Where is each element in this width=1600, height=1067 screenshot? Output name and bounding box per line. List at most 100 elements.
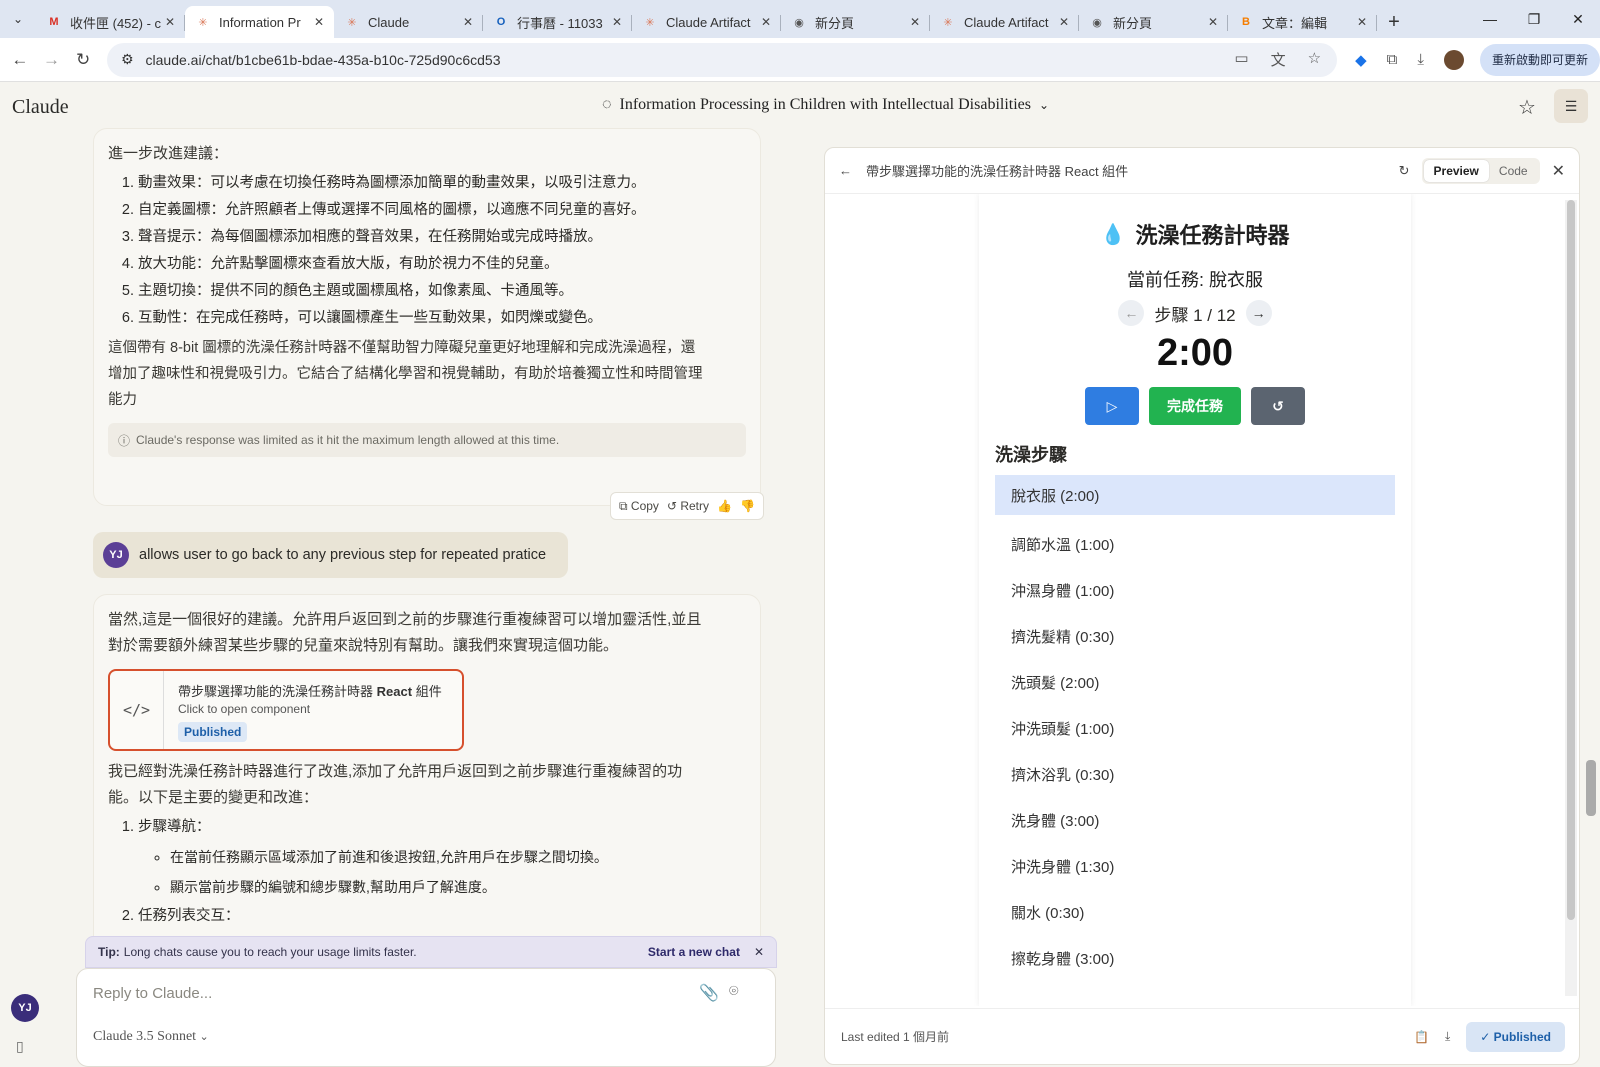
scrollbar-thumb[interactable] [1567,200,1575,920]
browser-tab[interactable]: M 收件匣 (452) - c ✕ [36,6,185,38]
extension-icon[interactable]: ◆ [1355,51,1367,69]
close-window-icon[interactable]: ✕ [1556,0,1600,38]
preview-scrollbar[interactable] [1565,200,1577,996]
tab-close-icon[interactable]: ✕ [910,15,920,29]
reset-button[interactable]: ↺ [1251,387,1305,425]
copy-icon: ⧉ [619,498,628,513]
steps-list: 脫衣服 (2:00) 調節水溫 (1:00) 沖濕身體 (1:00) 擠洗髮精 (0:… [995,475,1395,981]
browser-tab[interactable]: ✳ Claude ✕ [334,6,483,38]
claude-icon: ✳ [198,16,208,29]
url-bar[interactable]: ⚙ claude.ai/chat/b1cbe61b-bdae-435a-b10c… [106,42,1338,77]
profile-avatar[interactable] [1443,49,1464,70]
claude-logo[interactable]: Claude [12,96,69,119]
install-app-icon[interactable]: ▭ [1234,49,1248,70]
prev-step-button[interactable]: ← [1118,300,1145,326]
tab-close-icon[interactable]: ✕ [1357,15,1367,29]
minimize-icon[interactable]: — [1468,0,1512,38]
download-icon[interactable]: ⤓ [1417,51,1424,68]
blogger-icon: B [1242,16,1250,28]
step-item[interactable]: 洗頭髮 (2:00) [995,659,1395,705]
thumbs-up-icon[interactable]: 👍 [717,499,732,513]
restore-icon[interactable]: ❐ [1512,0,1556,38]
browser-tab[interactable]: B 文章：編輯 ✕ [1228,6,1377,38]
tab-close-icon[interactable]: ✕ [165,15,175,29]
new-tab-button[interactable]: + [1377,6,1411,38]
reload-icon[interactable]: ↻ [67,50,99,70]
tab-close-icon[interactable]: ✕ [1208,15,1218,29]
artifact-card[interactable]: </> 帶步驟選擇功能的洗澡任務計時器 React 組件 Click to op… [108,669,464,751]
limit-notice: ⓘ Claude's response was limited as it hi… [108,423,746,457]
step-item[interactable]: 洗身體 (3:00) [995,797,1395,843]
download-icon[interactable]: ⤓ [1445,1029,1450,1044]
refresh-icon[interactable]: ↻ [1399,163,1410,179]
relaunch-update-button[interactable]: 重新啟動即可更新 [1479,43,1600,76]
tab-close-icon[interactable]: ✕ [1059,15,1069,29]
changes-intro: 我已經對洗澡任務計時器進行了改進,添加了允許用戶返回到之前步驟進行重複練習的功能… [108,763,683,806]
copy-button[interactable]: ⧉ Copy [619,499,659,514]
step-item[interactable]: 沖濕身體 (1:00) [995,567,1395,613]
step-item[interactable]: 擠沐浴乳 (0:30) [995,751,1395,797]
arrow-right-icon: → [1251,305,1266,321]
artifact-preview: 💧 洗澡任務計時器 當前任務: 脫衣服 ← 步驟 1 / 12 → 2:00 ▷… [825,194,1565,1006]
step-item[interactable]: 沖洗頭髮 (1:00) [995,705,1395,751]
tab-search-chevron-icon[interactable]: ⌄ [0,0,36,38]
tab-title: 新分頁 [815,15,855,31]
summary-text: 這個帶有 8-bit 圖標的洗澡任務計時器不僅幫助智力障礙兒童更好地理解和完成洗… [108,340,703,408]
chat-title-button[interactable]: ◌ Information Processing in Children wit… [602,96,1049,114]
tab-title: Information Pr [219,14,301,30]
star-icon[interactable]: ☆ [1518,95,1536,120]
page-scrollbar-thumb[interactable] [1586,760,1596,816]
forward-icon[interactable]: → [36,50,68,70]
retry-button[interactable]: ↺ Retry [667,499,709,513]
complete-task-button[interactable]: 完成任務 [1149,387,1241,425]
browser-tab[interactable]: ◉ 新分頁 ✕ [1079,6,1228,38]
paperclip-icon[interactable]: 📎 [699,983,719,1003]
back-icon[interactable]: ← [4,50,36,70]
browser-tab[interactable]: ✳ Claude Artifact ✕ [632,6,781,38]
browser-tab[interactable]: O 行事曆 - 11033 ✕ [483,6,632,38]
step-item[interactable]: 擦乾身體 (3:00) [995,935,1395,981]
assistant-message: 進一步改進建議： 動畫效果：可以考慮在切換任務時為圖標添加簡單的動畫效果，以吸引… [93,128,761,506]
sidebar-user-avatar[interactable]: YJ [11,994,39,1022]
browser-tab[interactable]: ✳ Information Pr ✕ [185,6,334,38]
bookmark-star-icon[interactable]: ☆ [1308,49,1321,70]
model-selector[interactable]: Claude 3.5 Sonnet ⌄ [93,1029,209,1045]
improvement-item: 互動性：在完成任務時，可以讓圖標產生一些互動效果，如閃爍或變色。 [138,308,746,329]
step-item[interactable]: 關水 (0:30) [995,889,1395,935]
step-item[interactable]: 擠洗髮精 (0:30) [995,613,1395,659]
tab-close-icon[interactable]: ✕ [612,15,622,29]
tab-preview[interactable]: Preview [1423,159,1489,182]
sidebar-toggle-icon[interactable]: ▯ [16,1038,24,1055]
chrome-icon: ◉ [1092,16,1102,29]
thumbs-down-icon[interactable]: 👎 [740,499,755,513]
step-item[interactable]: 調節水溫 (1:00) [995,521,1395,567]
message-actions: ⧉ Copy ↺ Retry 👍 👎 [610,492,764,520]
published-button[interactable]: ✓ Published [1466,1021,1565,1052]
tab-code[interactable]: Code [1489,160,1538,182]
camera-icon[interactable]: ⌾ [729,983,739,1001]
tab-close-icon[interactable]: ✕ [463,15,473,29]
close-icon[interactable]: ✕ [1552,161,1565,181]
next-step-button[interactable]: → [1245,300,1272,326]
improvement-item: 放大功能：允許點擊圖標來查看放大版，有助於視力不佳的兒童。 [138,254,746,275]
code-icon: </> [110,671,164,749]
arrow-left-icon: ← [1124,305,1139,321]
tab-title: 文章：編輯 [1262,15,1328,31]
reply-input[interactable]: Reply to Claude... [93,985,212,1002]
step-item[interactable]: 沖洗身體 (1:30) [995,843,1395,889]
start-new-chat-link[interactable]: Start a new chat [648,945,740,959]
clipboard-icon[interactable]: 📋 [1414,1030,1429,1044]
tab-close-icon[interactable]: ✕ [761,15,771,29]
site-settings-icon[interactable]: ⚙ [121,51,134,68]
step-item[interactable]: 脫衣服 (2:00) [995,475,1395,515]
chat-settings-button[interactable]: ☰ [1554,89,1588,123]
close-tip-icon[interactable]: ✕ [754,945,764,959]
back-arrow-icon[interactable]: ← [839,163,852,178]
chevron-down-icon: ⌄ [199,1031,209,1043]
puzzle-icon[interactable]: ⧉ [1387,51,1398,68]
translate-icon[interactable]: 文 [1271,49,1286,70]
tab-close-icon[interactable]: ✕ [314,15,324,29]
browser-tab[interactable]: ✳ Claude Artifact ✕ [930,6,1079,38]
play-button[interactable]: ▷ [1085,387,1139,425]
browser-tab[interactable]: ◉ 新分頁 ✕ [781,6,930,38]
